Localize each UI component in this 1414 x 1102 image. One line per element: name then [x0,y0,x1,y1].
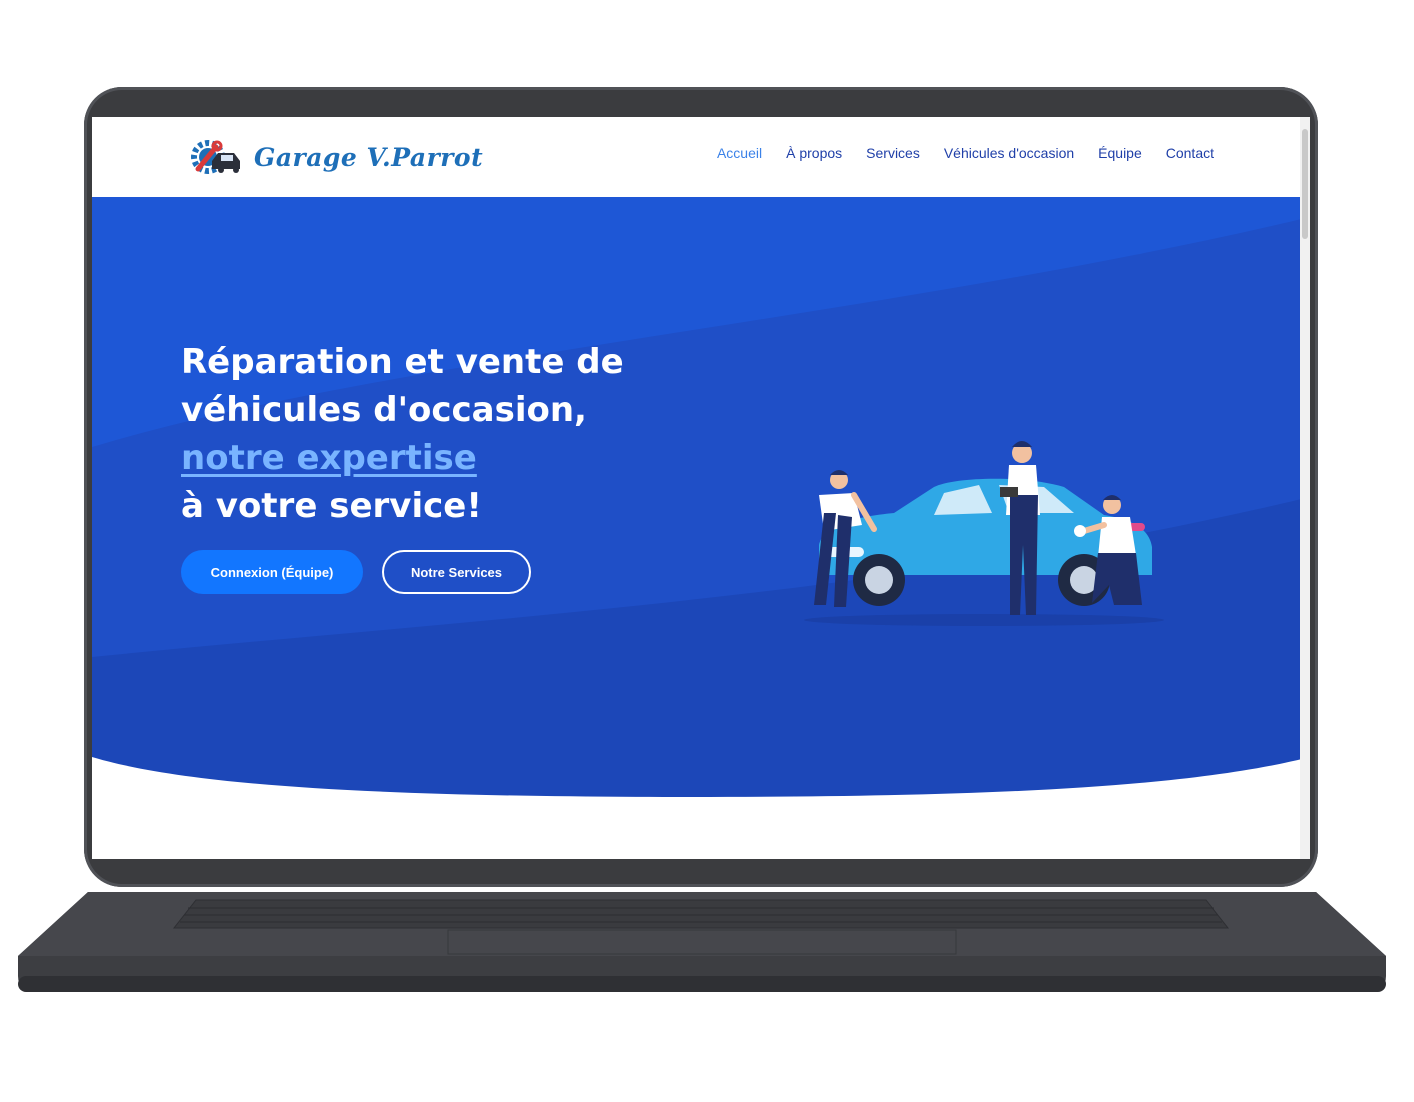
login-team-button[interactable]: Connexion (Équipe) [181,550,363,594]
mechanics-car-illustration [804,441,1164,626]
brand-name: Garage V.Parrot [254,142,484,172]
nav-item-accueil[interactable]: Accueil [717,145,762,161]
laptop-base [18,884,1386,996]
nav-item-services[interactable]: Services [866,145,920,161]
hero-section: Réparation et vente de véhicules d'occas… [92,197,1310,859]
nav-item-vehicules[interactable]: Véhicules d'occasion [944,145,1074,161]
site-header: Garage V.Parrot Accueil À propos Service… [92,117,1310,197]
nav-item-a-propos[interactable]: À propos [786,145,842,161]
scrollbar-thumb[interactable] [1302,129,1308,239]
hero-title: Réparation et vente de véhicules d'occas… [181,338,701,530]
hero-title-line-4: à votre service! [181,485,482,526]
main-nav: Accueil À propos Services Véhicules d'oc… [717,145,1214,161]
browser-viewport: Garage V.Parrot Accueil À propos Service… [92,117,1310,859]
hero-title-line-2: véhicules d'occasion, [181,389,587,430]
site-logo[interactable]: Garage V.Parrot [188,131,483,183]
nav-item-contact[interactable]: Contact [1166,145,1214,161]
services-button[interactable]: Notre Services [382,550,531,594]
page-scrollbar[interactable] [1300,117,1310,859]
nav-item-equipe[interactable]: Équipe [1098,145,1142,161]
gear-wrench-car-icon [191,140,240,174]
hero-title-line-1: Réparation et vente de [181,341,624,382]
hero-title-highlight: notre expertise [181,437,477,478]
